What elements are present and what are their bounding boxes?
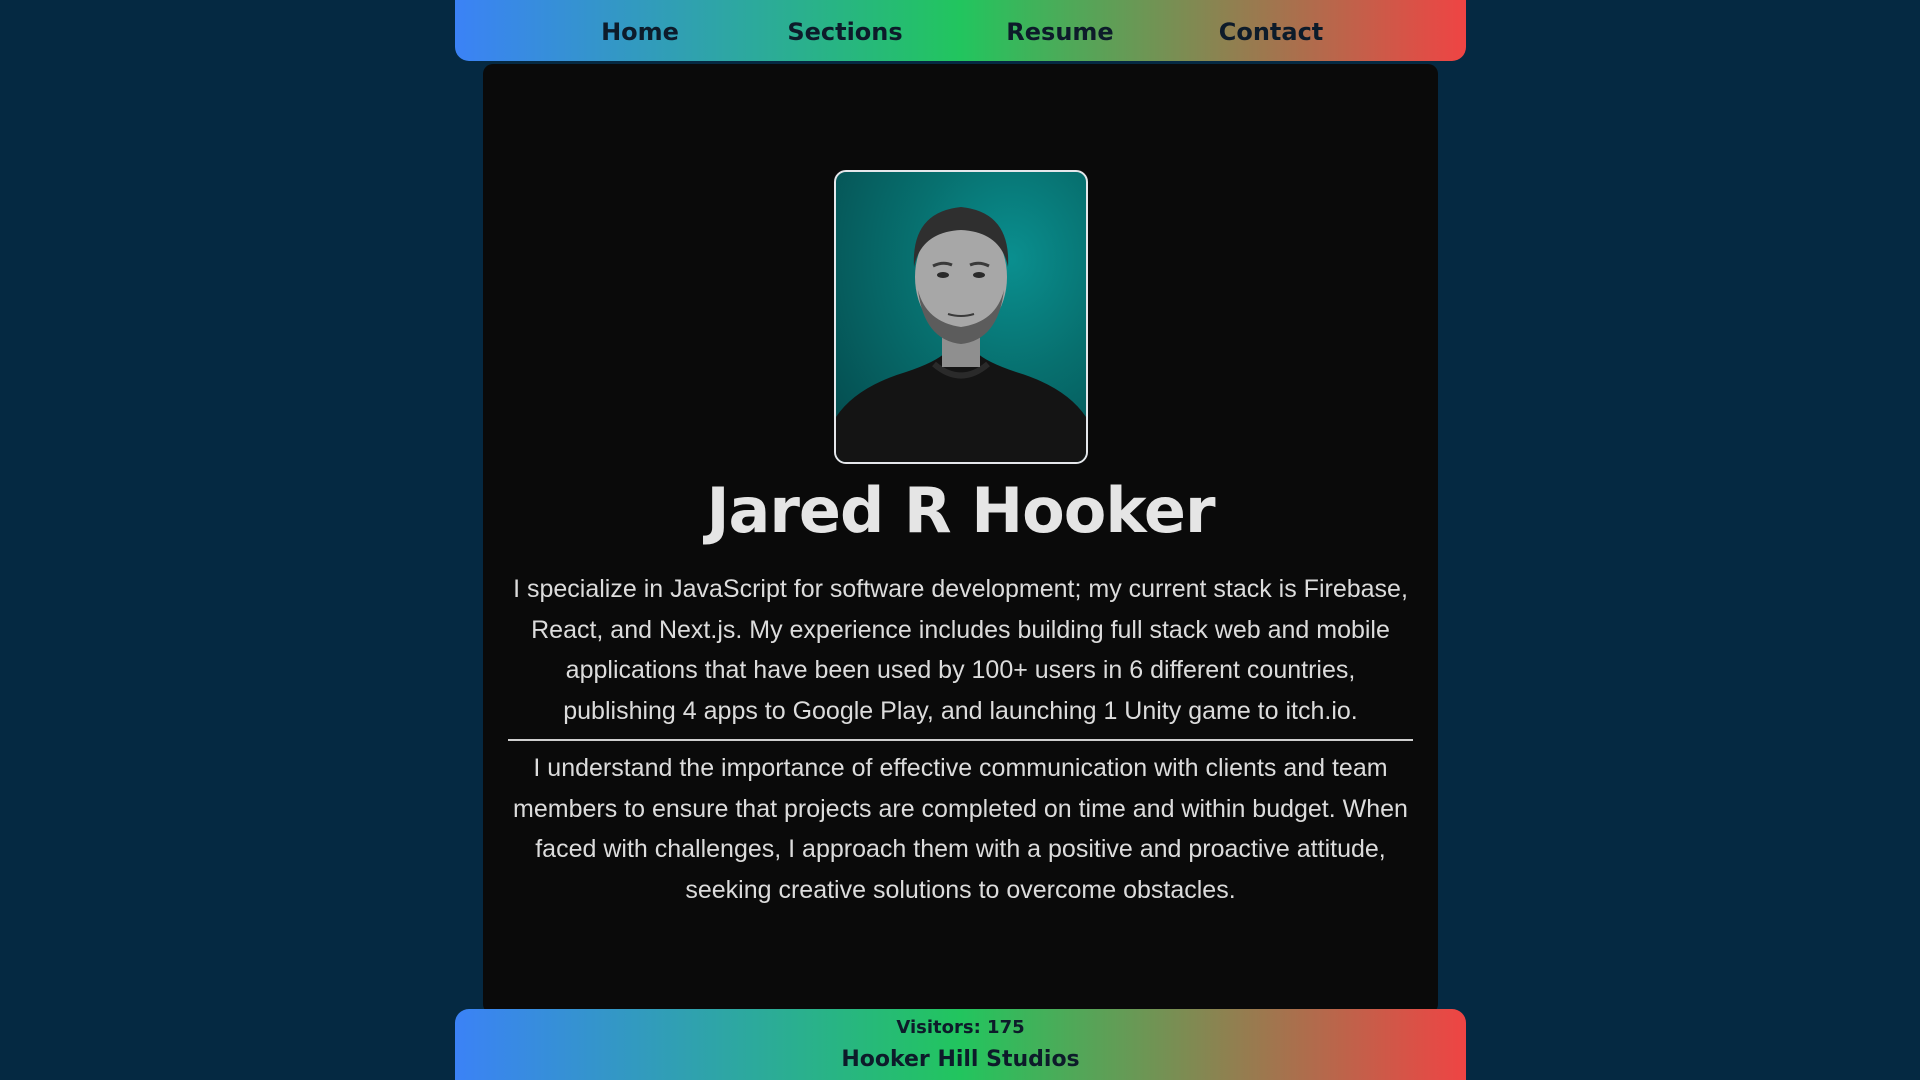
profile-name: Jared R Hooker <box>706 474 1215 547</box>
nav-link-sections[interactable]: Sections <box>787 0 902 61</box>
section-divider <box>508 739 1413 741</box>
bio-primary: I specialize in JavaScript for software … <box>513 575 1408 725</box>
nav-link-contact[interactable]: Contact <box>1219 0 1324 61</box>
profile-card: Jared R Hooker I specialize in JavaScrip… <box>483 64 1438 1014</box>
site-footer: Visitors: 175 Hooker Hill Studios <box>455 1009 1466 1080</box>
profile-photo <box>834 170 1088 464</box>
nav-link-resume[interactable]: Resume <box>1006 0 1113 61</box>
top-navigation-bar: Home Sections Resume Contact <box>455 0 1466 61</box>
nav-link-home[interactable]: Home <box>601 0 679 61</box>
studio-name: Hooker Hill Studios <box>841 1047 1080 1072</box>
portfolio-page: Home Sections Resume Contact Jared R Hoo… <box>0 0 1920 1080</box>
visitor-counter: Visitors: 175 <box>896 1017 1025 1038</box>
bio-secondary: I understand the importance of effective… <box>513 754 1408 904</box>
portrait-image <box>836 207 1086 462</box>
